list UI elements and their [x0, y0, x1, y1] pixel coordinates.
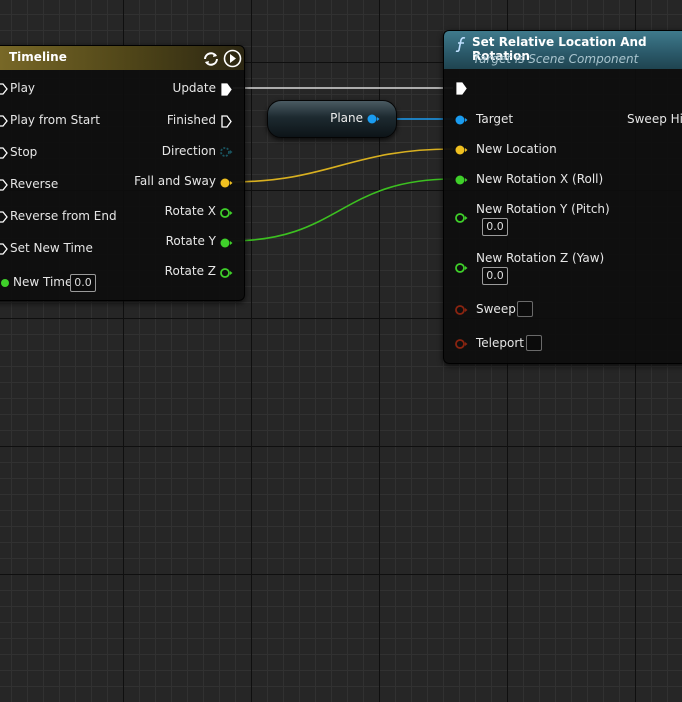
output-rotate-x: Rotate X — [164, 204, 216, 218]
rotate-y-float-pin[interactable] — [219, 236, 233, 250]
output-update: Update — [172, 81, 216, 95]
function-icon — [455, 36, 466, 52]
set-relative-location-rotation-node[interactable]: Set Relative Location And Rotation Targe… — [443, 30, 682, 364]
output-fall-and-sway: Fall and Sway — [134, 174, 216, 188]
rotation-z-float-pin[interactable] — [454, 261, 468, 275]
stop-exec-pin[interactable] — [0, 147, 8, 159]
input-reverse-from-end: Reverse from End — [10, 209, 117, 223]
sweep-bool-pin[interactable] — [454, 303, 468, 317]
set-new-time-exec-pin[interactable] — [0, 243, 8, 255]
rotation-y-float-pin[interactable] — [454, 211, 468, 225]
output-rotate-z: Rotate Z — [164, 264, 216, 278]
plane-object-pin[interactable] — [366, 112, 380, 126]
input-play-from-start: Play from Start — [10, 113, 100, 127]
input-sweep: Sweep — [476, 302, 516, 316]
plane-label: Plane — [330, 111, 363, 125]
set-node-header[interactable]: Set Relative Location And Rotation Targe… — [444, 31, 682, 69]
rotate-z-float-pin[interactable] — [219, 266, 233, 280]
plane-variable-node[interactable]: Plane — [267, 100, 397, 138]
new-time-input[interactable]: 0.0 — [70, 274, 96, 292]
rotation-z-input[interactable]: 0.0 — [482, 267, 508, 285]
finished-exec-pin[interactable] — [221, 115, 232, 128]
output-rotate-y: Rotate Y — [165, 234, 216, 248]
input-stop: Stop — [10, 145, 38, 159]
input-reverse: Reverse — [10, 177, 59, 191]
reverse-from-end-exec-pin[interactable] — [0, 211, 8, 223]
timeline-header[interactable]: Timeline — [0, 46, 244, 70]
input-rotation-y: New Rotation Y (Pitch) — [476, 202, 610, 216]
reverse-exec-pin[interactable] — [0, 179, 8, 191]
input-rotation-x: New Rotation X (Roll) — [476, 172, 604, 186]
teleport-checkbox[interactable] — [526, 335, 542, 351]
set-node-subtitle: Target is Scene Component — [473, 52, 639, 66]
play-icon[interactable] — [223, 49, 242, 68]
new-location-vector-pin[interactable] — [454, 143, 468, 157]
teleport-bool-pin[interactable] — [454, 337, 468, 351]
loop-icon[interactable] — [202, 50, 220, 68]
input-teleport: Teleport — [476, 336, 524, 350]
input-play: Play — [10, 81, 36, 95]
output-sweep-hit: Sweep Hit — [627, 112, 682, 126]
rotation-x-float-pin[interactable] — [454, 173, 468, 187]
play-from-start-exec-pin[interactable] — [0, 115, 8, 127]
timeline-node[interactable]: Timeline Play Play from Start Stop Rever… — [0, 45, 245, 301]
float-wire — [229, 178, 454, 242]
direction-pin[interactable] — [219, 145, 233, 159]
fall-and-sway-vector-pin[interactable] — [219, 176, 233, 190]
timeline-title: Timeline — [9, 50, 67, 64]
update-exec-pin[interactable] — [221, 83, 232, 96]
set-exec-in-pin[interactable] — [456, 82, 467, 95]
input-new-time: New Time — [13, 275, 73, 289]
play-exec-pin[interactable] — [0, 83, 8, 95]
input-new-location: New Location — [476, 142, 557, 156]
output-direction: Direction — [161, 144, 216, 158]
rotation-y-input[interactable]: 0.0 — [482, 218, 508, 236]
vector-wire — [229, 148, 454, 183]
input-set-new-time: Set New Time — [10, 241, 93, 255]
new-time-float-pin[interactable] — [0, 277, 11, 289]
rotate-x-float-pin[interactable] — [219, 206, 233, 220]
input-rotation-z: New Rotation Z (Yaw) — [476, 251, 605, 265]
target-object-pin[interactable] — [454, 113, 468, 127]
output-finished: Finished — [166, 113, 216, 127]
input-target: Target — [476, 112, 514, 126]
sweep-checkbox[interactable] — [517, 301, 533, 317]
